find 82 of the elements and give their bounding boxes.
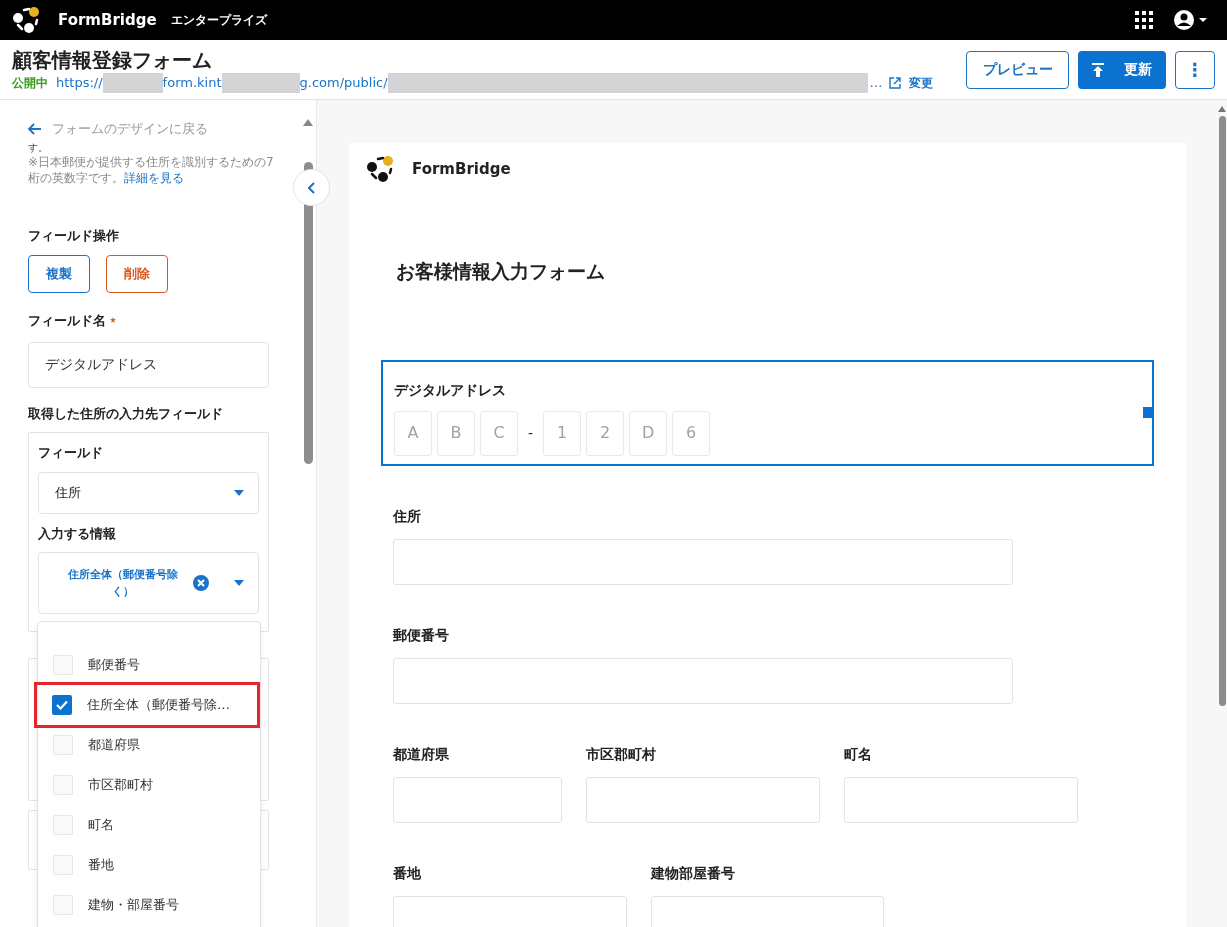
scrollbar-thumb[interactable] [1218,116,1226,706]
character-box[interactable]: D [629,410,668,456]
field-label: 町名 [844,744,872,764]
text-input[interactable] [586,776,820,823]
scroll-up-icon[interactable] [1218,106,1226,112]
dropdown-option[interactable]: 住所全体（郵便番号除… [37,685,257,725]
dropdown-option[interactable]: 町名 [38,805,260,845]
logo-icon [366,155,396,183]
hint-text: ※日本郵便が提供する住所を識別するための7桁の英数字です。詳細を見る [28,154,275,186]
brand-name: FormBridge [412,158,511,180]
field-label: 番地 [393,863,421,883]
character-box[interactable]: B [437,410,475,456]
url-text: form.kint [162,73,222,92]
resize-handle[interactable] [1143,406,1152,418]
field-label: 住所 [393,506,421,526]
external-link-icon[interactable] [888,76,901,89]
chevron-left-icon [307,181,316,194]
character-box[interactable]: A [394,410,432,456]
dropdown-caret-icon [234,579,244,586]
dropdown-option[interactable]: 郵便番号 [38,645,260,685]
text-input[interactable] [393,657,1013,704]
preview-button[interactable]: プレビュー [966,50,1069,89]
info-multiselect[interactable]: 住所全体（郵便番号除く） [38,551,259,614]
dropdown-option[interactable]: 番地 [38,845,260,885]
update-button[interactable]: 更新 [1078,50,1166,89]
more-button[interactable]: ⋮ [1175,50,1215,89]
field-label: 建物部屋番号 [651,863,735,883]
field-label: 市区郡町村 [586,744,656,764]
checkbox[interactable] [53,895,73,915]
change-link[interactable]: 変更 [908,73,933,92]
field-label: 郵便番号 [393,625,449,645]
dropdown-option[interactable]: 建物・部屋番号 [38,885,260,925]
section-label: フィールド名 [28,311,106,330]
back-arrow-icon [28,123,42,135]
character-box[interactable]: 1 [543,410,582,456]
text-input[interactable] [393,776,562,823]
section-label: 入力する情報 [38,525,117,543]
text-input[interactable] [844,776,1078,823]
back-link[interactable]: フォームのデザインに戻る [28,118,268,140]
checkbox[interactable] [53,735,73,755]
section-label: 取得した住所の入力先フィールド [28,405,224,423]
text-input[interactable] [393,538,1013,585]
status-label: 公開中 [12,74,48,92]
section-label: フィールド [38,443,104,462]
field-label: 都道府県 [393,744,449,764]
section-label: フィールド操作 [28,227,120,245]
character-box[interactable]: 2 [586,410,625,456]
character-box[interactable]: 6 [672,410,711,456]
brand-name: FormBridge [58,9,157,31]
checkbox[interactable] [52,695,72,715]
details-link[interactable]: 詳細を見る [124,171,184,185]
edition-label: エンタープライズ [170,12,267,29]
scroll-up-icon[interactable] [303,119,313,126]
checkbox[interactable] [53,775,73,795]
clear-icon[interactable] [193,574,209,591]
field-label: デジタルアドレス [394,380,506,400]
checkbox[interactable] [53,655,73,675]
upload-icon [1092,62,1104,77]
separator-text: - [527,423,535,443]
checkbox[interactable] [53,855,73,875]
digital-address-block[interactable]: デジタルアドレス A B C - 1 2 D 6 [381,359,1154,466]
character-box[interactable]: C [480,410,518,456]
description-text: す。 [28,142,49,154]
dropdown-option[interactable]: 都道府県 [38,725,260,765]
url-text: g.com/public/ [299,73,388,92]
form-heading: お客様情報入力フォーム [396,259,605,284]
field-select[interactable]: 住所 [38,472,259,514]
checkbox[interactable] [53,815,73,835]
delete-button[interactable]: 削除 [106,254,168,293]
dropdown-option[interactable]: 市区郡町村 [38,765,260,805]
field-name-input[interactable]: デジタルアドレス [28,342,269,388]
checkmark-icon [56,700,68,710]
redaction-block [102,72,163,93]
apps-grid-icon[interactable] [1135,11,1153,29]
url-text: https:// [56,73,103,92]
form-title: 顧客情報登録フォーム [12,46,213,73]
logo-icon [12,6,42,34]
url-ellipsis: … [869,73,883,92]
selected-value-text: 住所全体（郵便番号除く） [67,566,179,600]
duplicate-button[interactable]: 複製 [28,254,90,293]
dropdown-caret-icon [234,490,244,496]
account-avatar-icon[interactable] [1173,9,1209,31]
